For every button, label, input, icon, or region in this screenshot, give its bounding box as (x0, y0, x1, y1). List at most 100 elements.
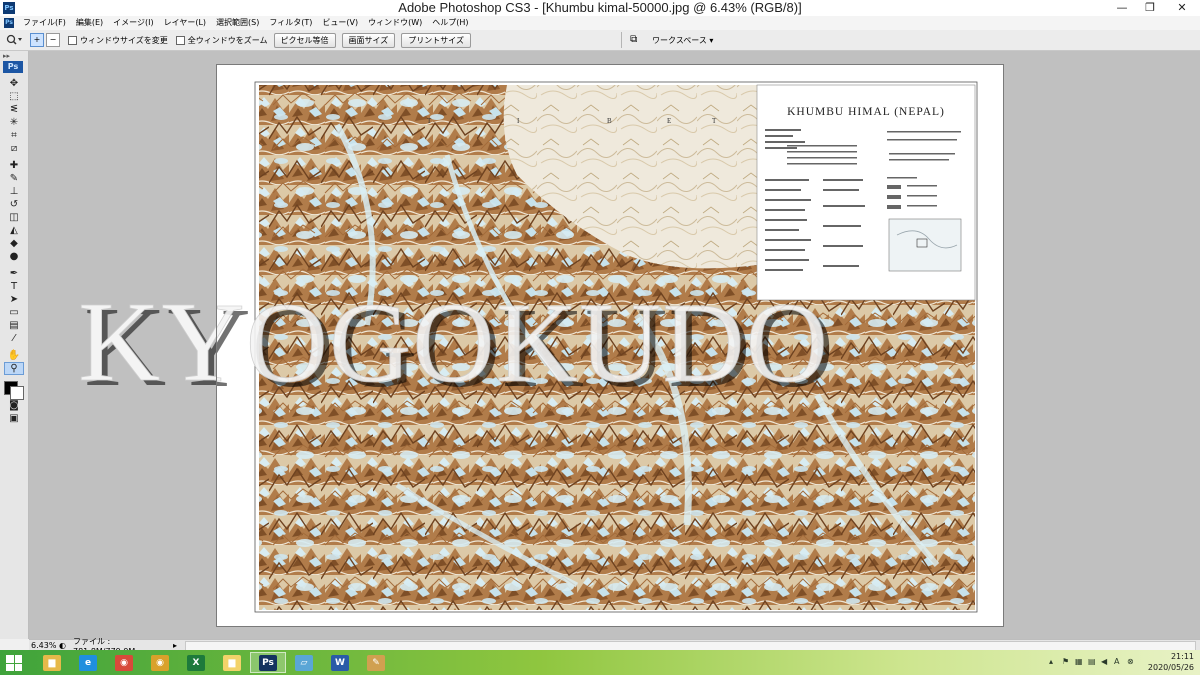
magic-wand-tool[interactable]: ✳ (4, 116, 24, 129)
clock[interactable]: 21:11 2020/05/26 (1148, 651, 1194, 673)
pen-tool[interactable]: ✒ (4, 267, 24, 280)
quick-mask-icon[interactable]: ◙ (4, 399, 24, 412)
print-size-button[interactable]: プリントサイズ (401, 32, 472, 48)
status-arrow-icon[interactable]: ▸ (173, 641, 185, 650)
watermark-text: KYOGOKUDO (217, 279, 829, 406)
menu-filter[interactable]: フィルタ(T) (264, 16, 317, 30)
paint-icon: ✎ (367, 654, 385, 671)
path-selection-tool[interactable]: ➤ (4, 293, 24, 306)
menu-select[interactable]: 選択範囲(S) (211, 16, 264, 30)
paint-bucket-tool[interactable]: ◭ (4, 224, 24, 237)
healing-brush-tool[interactable]: ✚ (4, 159, 24, 172)
taskbar-chrome[interactable]: ◉ (106, 652, 142, 673)
eyedropper-tool[interactable]: ⁄ (4, 332, 24, 345)
taskbar-photoshop[interactable]: Ps (250, 652, 286, 673)
windows-taskbar: ▆ e ◉ ◉ X ▆ Ps ▱ W ✎ ▴ ⚑ ▦ ▤ ◀ A ⊗ 21:11 2020/05/… (0, 650, 1200, 675)
minimize-button[interactable]: — (1108, 0, 1136, 16)
marquee-tool[interactable]: ⬚ (4, 90, 24, 103)
eraser-tool[interactable]: ◫ (4, 211, 24, 224)
lasso-tool[interactable]: ᓬ (4, 103, 24, 116)
hand-tool[interactable]: ✋ (4, 349, 24, 362)
menu-window[interactable]: ウィンドウ(W) (363, 16, 427, 30)
shape-tool[interactable]: ▭ (4, 306, 24, 319)
resize-windows-label: ウィンドウサイズを変更 (80, 35, 168, 45)
workspace-menu[interactable]: ワークスペース ▾ (652, 35, 713, 46)
toolbox-grip[interactable]: ▸▸ (0, 51, 28, 61)
zoom-in-button[interactable]: + (30, 33, 44, 47)
document-canvas[interactable]: KHUMBU HIMAL (NEPAL) T I B E T OGOKUDO O… (216, 64, 1004, 627)
menu-help[interactable]: ヘルプ(H) (427, 16, 473, 30)
menu-layer[interactable]: レイヤー(L) (159, 16, 211, 30)
color-swatches (0, 375, 28, 400)
menu-edit[interactable]: 編集(E) (71, 16, 108, 30)
clone-stamp-tool[interactable]: ⊥ (4, 185, 24, 198)
taskbar-word[interactable]: W (322, 652, 358, 673)
horizontal-scrollbar[interactable] (185, 640, 1196, 651)
window-title: Adobe Photoshop CS3 - [Khumbu kimal-5000… (398, 0, 802, 15)
move-tool[interactable]: ✥ (4, 77, 24, 90)
menu-view[interactable]: ビュー(V) (317, 16, 363, 30)
canvas-area[interactable]: KHUMBU HIMAL (NEPAL) T I B E T OGOKUDO O… (29, 51, 1200, 639)
blur-tool[interactable]: ◆ (4, 237, 24, 250)
notes-tool[interactable]: ▤ (4, 319, 24, 332)
taskbar-apps: ▆ e ◉ ◉ X ▆ Ps ▱ W ✎ (34, 652, 394, 673)
volume-icon[interactable]: ◀ (1101, 657, 1110, 666)
region-label: B (607, 117, 612, 125)
taskbar-internet-explorer[interactable]: e (70, 652, 106, 673)
clock-date: 2020/05/26 (1147, 663, 1194, 672)
menu-bar: Ps ファイル(F) 編集(E) イメージ(I) レイヤー(L) 選択範囲(S)… (0, 16, 1200, 30)
tool-list: ✥ ⬚ ᓬ ✳ ⌗ ⧄ ✚ ✎ ⊥ ↺ ◫ ◭ ◆ ● ✒ T ➤ ▭ ▤ ⁄ ✋ ⚲ (0, 77, 28, 375)
status-menu-icon[interactable]: ◐ (59, 641, 73, 650)
screen-mode-icon[interactable]: ▣ (4, 412, 24, 425)
brush-tool[interactable]: ✎ (4, 172, 24, 185)
resize-windows-checkbox[interactable]: ウィンドウサイズを変更 (68, 35, 168, 46)
taskbar-file-explorer[interactable]: ▆ (34, 652, 70, 673)
type-tool[interactable]: T (4, 280, 24, 293)
start-button[interactable] (6, 655, 22, 671)
taskbar-excel[interactable]: X (178, 652, 214, 673)
dodge-tool[interactable]: ● (4, 250, 24, 263)
window-controls: — ❐ ✕ (1108, 0, 1200, 16)
ime-icon[interactable]: A (1114, 657, 1123, 666)
zoom-tool[interactable]: ⚲ (4, 362, 24, 375)
document-icon[interactable]: Ps (4, 18, 14, 28)
folder-icon: ▆ (223, 654, 241, 671)
clock-time: 21:11 (1170, 652, 1194, 661)
taskbar-paint[interactable]: ✎ (358, 652, 394, 673)
region-label: T (427, 117, 432, 125)
background-color-swatch[interactable] (10, 386, 24, 400)
zoom-all-windows-checkbox[interactable]: 全ウィンドウをズーム (175, 35, 268, 46)
zoom-out-button[interactable]: − (46, 33, 60, 47)
menu-image[interactable]: イメージ(I) (108, 16, 158, 30)
ps-logo[interactable]: Ps (3, 61, 23, 73)
history-brush-tool[interactable]: ↺ (4, 198, 24, 211)
tool-preset-picker[interactable] (0, 31, 28, 49)
restore-button[interactable]: ❐ (1136, 0, 1164, 16)
flag-icon[interactable]: ⚑ (1062, 657, 1071, 666)
slice-tool[interactable]: ⧄ (4, 142, 24, 155)
checkbox-box (175, 35, 185, 45)
actual-pixels-button[interactable]: ピクセル等倍 (273, 32, 336, 48)
crop-tool[interactable]: ⌗ (4, 129, 24, 142)
system-tray: ▴ ⚑ ▦ ▤ ◀ A ⊗ (1049, 657, 1136, 666)
zoom-all-label: 全ウィンドウをズーム (187, 35, 268, 45)
notification-icon[interactable]: ⊗ (1127, 657, 1136, 666)
title-bar: Ps Adobe Photoshop CS3 - [Khumbu kimal-5… (0, 0, 1200, 17)
network-icon[interactable]: ▦ (1075, 657, 1084, 666)
photoshop-icon: Ps (259, 654, 277, 671)
fit-screen-button[interactable]: 画面サイズ (341, 32, 396, 48)
menu-file[interactable]: ファイル(F) (18, 16, 71, 30)
taskbar-folder[interactable]: ▆ (214, 652, 250, 673)
region-label: T (712, 117, 717, 125)
internet-explorer-icon: e (79, 654, 97, 671)
file-browser-icon[interactable]: ⧉ (630, 34, 644, 46)
tray-arrow-icon[interactable]: ▴ (1049, 657, 1058, 666)
taskbar-presentation[interactable]: ▱ (286, 652, 322, 673)
close-button[interactable]: ✕ (1164, 0, 1200, 16)
excel-icon: X (187, 654, 205, 671)
toolbox: ▸▸ Ps ✥ ⬚ ᓬ ✳ ⌗ ⧄ ✚ ✎ ⊥ ↺ ◫ ◭ ◆ ● ✒ T ➤ ▭ ▤ ⁄ ✋ ⚲ ◙ ▣ (0, 51, 29, 639)
options-separator (621, 32, 623, 48)
zoom-level-field[interactable]: 6.43% (29, 641, 59, 650)
taskbar-chrome-canary[interactable]: ◉ (142, 652, 178, 673)
keyboard-icon[interactable]: ▤ (1088, 657, 1097, 666)
